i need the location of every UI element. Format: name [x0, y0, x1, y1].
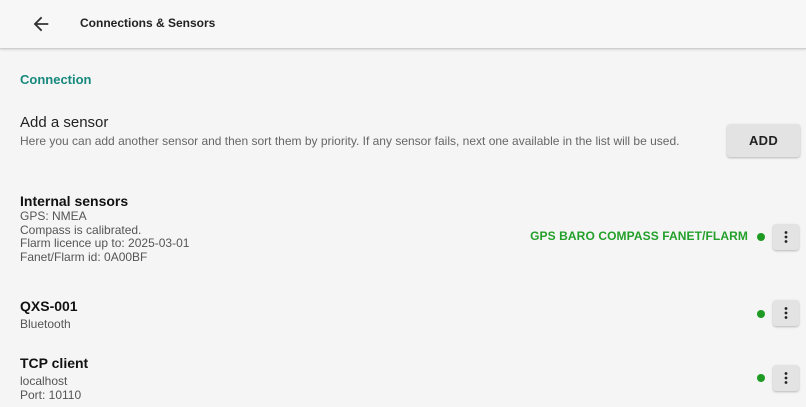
sensor-detail: Port: 10110	[20, 387, 82, 402]
more-vertical-icon	[784, 231, 788, 243]
app-bar: Connections & Sensors	[0, 0, 806, 49]
page-title: Connections & Sensors	[80, 16, 216, 30]
add-sensor-title: Add a sensor	[20, 114, 109, 131]
sensor-menu-button[interactable]	[773, 224, 799, 250]
sensor-name: Internal sensors	[20, 193, 129, 209]
add-sensor-description: Here you can add another sensor and then…	[20, 134, 680, 148]
sensor-detail: GPS: NMEA	[20, 209, 87, 223]
sensor-capabilities: GPS BARO COMPASS FANET/FLARM	[530, 229, 748, 243]
sensor-menu-button[interactable]	[773, 365, 799, 391]
section-header-connection: Connection	[20, 72, 92, 87]
connections-sensors-screen: Connections & Sensors Connection Add a s…	[0, 0, 806, 407]
sensor-menu-button[interactable]	[773, 300, 799, 326]
more-vertical-icon	[784, 307, 788, 319]
back-button[interactable]	[30, 13, 52, 35]
sensor-detail: localhost	[20, 374, 68, 388]
arrow-left-icon	[33, 16, 49, 32]
sensor-name: TCP client	[20, 355, 89, 371]
sensor-item-qxs-001[interactable]: QXS-001 Bluetooth	[20, 297, 790, 332]
sensor-detail: Bluetooth	[20, 317, 71, 331]
sensor-item-internal[interactable]: Internal sensors GPS: NMEA Compass is ca…	[20, 192, 790, 264]
sensor-item-tcp-client[interactable]: TCP client localhost Port: 10110	[20, 354, 790, 402]
status-dot-icon	[757, 374, 765, 382]
more-vertical-icon	[784, 372, 788, 384]
status-dot-icon	[757, 310, 765, 318]
add-sensor-button[interactable]: ADD	[727, 124, 800, 157]
sensor-detail: Fanet/Flarm id: 0A00BF	[20, 249, 148, 264]
status-dot-icon	[757, 233, 765, 241]
sensor-name: QXS-001	[20, 298, 78, 314]
